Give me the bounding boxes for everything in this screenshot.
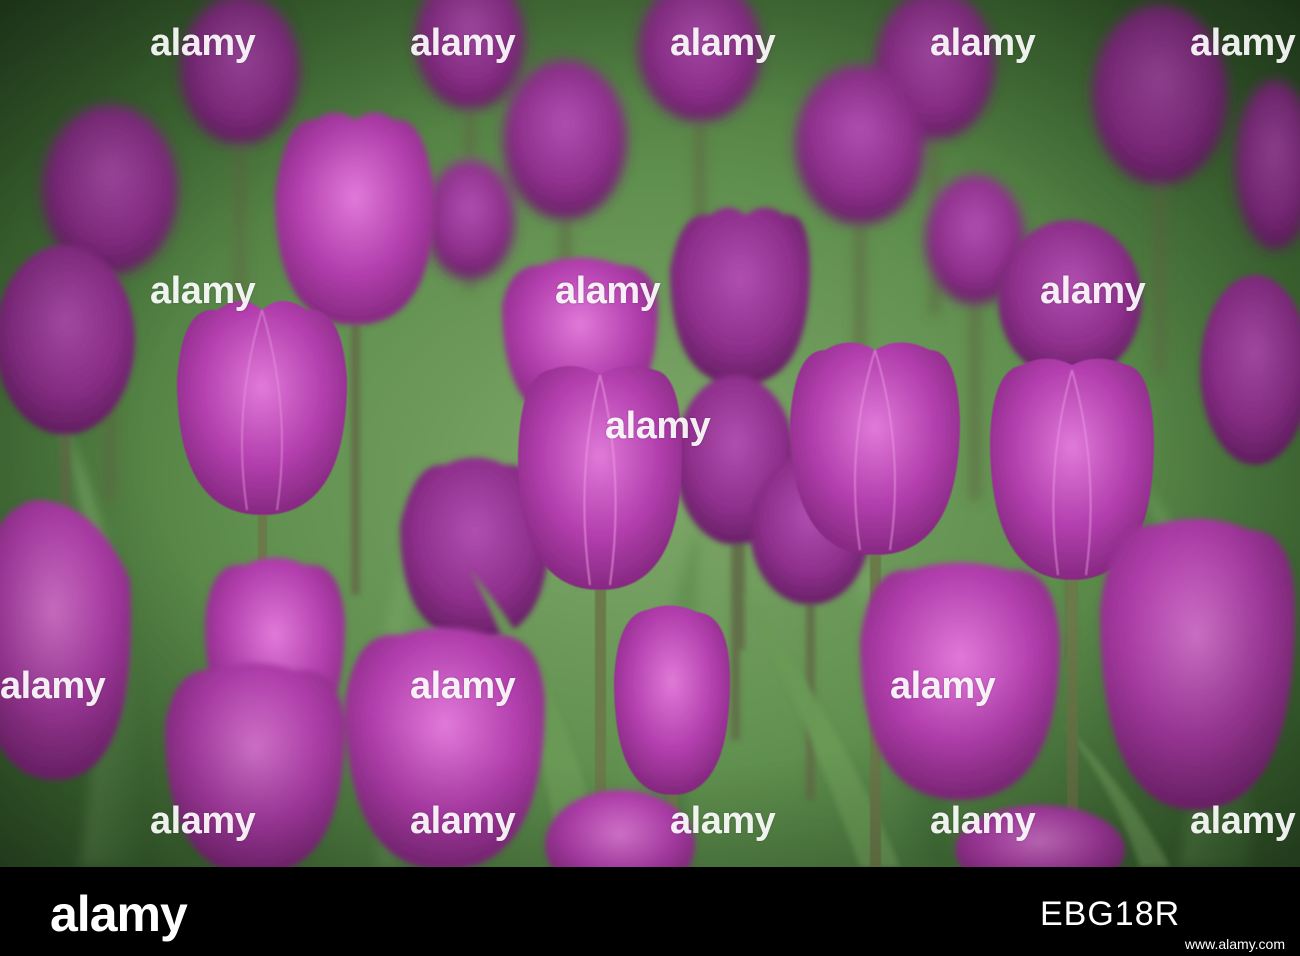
tulip-photo: alamy alamy alamy alamy alamy alamy alam… bbox=[0, 0, 1300, 867]
watermark: alamy bbox=[605, 405, 711, 447]
footer-url: www.alamy.com bbox=[1125, 936, 1285, 954]
watermark: alamy bbox=[150, 22, 256, 64]
footer-bar: alamy EBG18R bbox=[0, 867, 1300, 956]
watermark: alamy bbox=[150, 800, 256, 842]
footer-url-text: www.alamy.com bbox=[1184, 936, 1285, 952]
watermark: alamy bbox=[670, 22, 776, 64]
watermark: alamy bbox=[670, 800, 776, 842]
watermark: alamy bbox=[1190, 22, 1296, 64]
tulip-far bbox=[1235, 80, 1300, 250]
image-id: EBG18R bbox=[1040, 895, 1181, 933]
watermark: alamy bbox=[1190, 800, 1296, 842]
tulip-mid bbox=[1200, 275, 1300, 465]
watermark: alamy bbox=[0, 665, 106, 707]
watermark: alamy bbox=[555, 270, 661, 312]
tulip-front bbox=[0, 500, 132, 780]
watermark: alamy bbox=[1040, 270, 1146, 312]
watermark: alamy bbox=[150, 270, 256, 312]
watermark: alamy bbox=[930, 800, 1036, 842]
tulip-far bbox=[425, 160, 515, 280]
watermark: alamy bbox=[410, 665, 516, 707]
watermark: alamy bbox=[890, 665, 996, 707]
tulip-front bbox=[1100, 518, 1295, 811]
watermark: alamy bbox=[930, 22, 1036, 64]
watermark: alamy bbox=[410, 800, 516, 842]
watermark: alamy bbox=[410, 22, 516, 64]
footer-logo: alamy bbox=[50, 886, 188, 942]
